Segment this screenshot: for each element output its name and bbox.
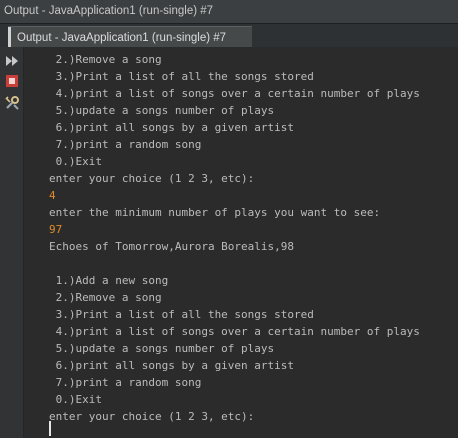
text-cursor — [49, 421, 51, 436]
console-output-line: 7.)print a random song — [49, 138, 202, 151]
rerun-icon — [6, 56, 18, 66]
console-output-line: 2.)Remove a song — [49, 291, 162, 304]
rerun-button[interactable] — [4, 53, 20, 69]
console-output-line: 5.)update a songs number of plays — [49, 104, 275, 117]
console-output-line: 4.)print a list of songs over a certain … — [49, 325, 420, 338]
console-output-line — [49, 255, 420, 272]
console-output[interactable]: 2.)Remove a song 3.)Print a list of all … — [24, 47, 458, 438]
console-output-line: enter your choice (1 2 3, etc): — [49, 410, 255, 423]
settings-button[interactable] — [4, 95, 20, 111]
console-output-line: 4.)print a list of songs over a certain … — [49, 87, 420, 100]
console-output-line: 2.)Remove a song — [49, 53, 162, 66]
console-output-line: 0.)Exit — [49, 155, 102, 168]
stop-button[interactable] — [4, 73, 20, 89]
console-output-line: 3.)Print a list of all the songs stored — [49, 70, 314, 83]
console-input-line: 4 — [49, 189, 56, 202]
console-output-line: 6.)print all songs by a given artist — [49, 359, 295, 372]
console-output-line: 6.)print all songs by a given artist — [49, 121, 295, 134]
console-input-line: 97 — [49, 223, 63, 236]
console-output-line: 3.)Print a list of all the songs stored — [49, 308, 314, 321]
tab-strip: Output - JavaApplication1 (run-single) #… — [0, 23, 458, 48]
console-output-line: 1.)Add a new song — [49, 274, 169, 287]
console-output-line: enter the minimum number of plays you wa… — [49, 206, 381, 219]
console-output-line: Echoes of Tomorrow,Aurora Borealis,98 — [49, 240, 295, 253]
console-output-line: 7.)print a random song — [49, 376, 202, 389]
stop-icon — [6, 75, 18, 87]
console-output-line: enter your choice (1 2 3, etc): — [49, 172, 255, 185]
window-title: Output - JavaApplication1 (run-single) #… — [0, 0, 458, 23]
output-window: Output - JavaApplication1 (run-single) #… — [0, 0, 458, 438]
settings-icon — [5, 96, 19, 110]
tab-output[interactable]: Output - JavaApplication1 (run-single) #… — [8, 26, 252, 48]
console-output-line: 5.)update a songs number of plays — [49, 342, 275, 355]
console-toolbar — [0, 47, 24, 438]
console-output-line: 0.)Exit — [49, 393, 102, 406]
console-lines: 2.)Remove a song 3.)Print a list of all … — [49, 51, 420, 425]
